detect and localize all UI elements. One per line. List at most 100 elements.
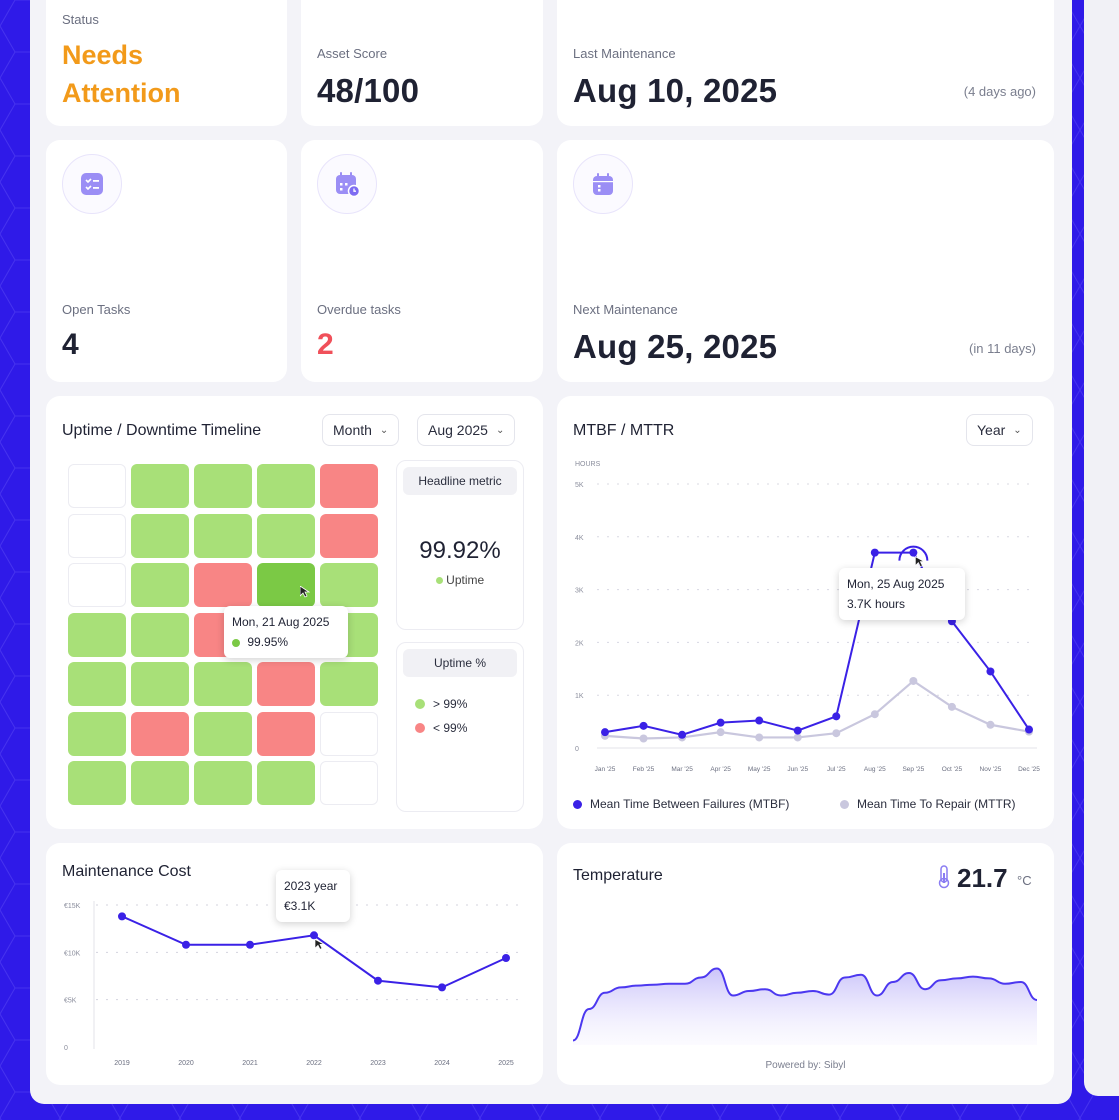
asset-score-card: Asset Score 48/100: [301, 0, 543, 126]
overdue-tasks-label: Overdue tasks: [317, 302, 401, 317]
status-value-line1: Needs: [62, 40, 144, 70]
legend-item-above: > 99%: [415, 697, 467, 711]
day-cell[interactable]: [194, 464, 252, 508]
side-panel: [1084, 0, 1119, 1096]
day-cell[interactable]: [194, 761, 252, 805]
day-cell[interactable]: [320, 563, 378, 607]
data-point: [986, 720, 995, 729]
x-tick-label: Apr '25: [710, 766, 731, 773]
y-axis-label: HOURS: [575, 461, 601, 468]
y-tick-label: €15K: [64, 903, 81, 910]
day-cell[interactable]: [131, 761, 189, 805]
uptime-title: Uptime / Downtime Timeline: [62, 422, 262, 439]
data-point: [678, 730, 687, 739]
day-cell[interactable]: [320, 464, 378, 508]
x-tick-label: 2019: [114, 1060, 130, 1067]
temperature-unit: °C: [1017, 873, 1032, 888]
mttr-legend-dot: [840, 799, 849, 809]
open-tasks-label: Open Tasks: [62, 302, 131, 317]
day-cell[interactable]: [68, 464, 126, 508]
day-cell[interactable]: [68, 711, 126, 756]
temperature-value: 21.7: [957, 863, 1008, 893]
mtbf-legend-label: Mean Time Between Failures (MTBF): [590, 797, 790, 811]
day-cell[interactable]: [194, 513, 252, 558]
status-card: Status Needs Attention: [46, 0, 287, 126]
day-cell[interactable]: [131, 513, 189, 558]
day-cell[interactable]: [131, 563, 189, 607]
x-tick-label: Mar '25: [671, 766, 693, 773]
data-point: [118, 912, 126, 921]
series-line: [121, 915, 507, 989]
day-cell[interactable]: [320, 513, 378, 558]
data-point: [502, 954, 510, 963]
day-cell[interactable]: [131, 464, 189, 508]
day-cell[interactable]: [68, 563, 126, 607]
next-maintenance-relative: (in 11 days): [969, 341, 1036, 356]
month-select[interactable]: Aug 2025 ⌄: [417, 414, 516, 446]
cost-tooltip-value: €3.1K: [284, 899, 316, 913]
x-tick-label: Oct '25: [942, 766, 963, 773]
chevron-down-icon: ⌄: [1013, 424, 1022, 436]
data-point: [832, 729, 841, 738]
year-select[interactable]: Year ⌄: [966, 414, 1033, 446]
day-cell[interactable]: [257, 662, 315, 706]
calendar-icon: [573, 154, 633, 214]
day-cell[interactable]: [257, 563, 315, 607]
next-maintenance-date: Aug 25, 2025: [573, 328, 778, 365]
day-cell[interactable]: [68, 513, 126, 558]
day-cell[interactable]: [257, 711, 315, 756]
headline-metric-value: 99.92%: [419, 537, 501, 564]
day-cell[interactable]: [194, 711, 252, 756]
uptime-tooltip-date: Mon, 21 Aug 2025: [232, 615, 330, 629]
legend-dot-red: [415, 723, 425, 733]
x-tick-label: 2023: [370, 1060, 386, 1067]
chevron-down-icon: ⌄: [495, 424, 505, 436]
data-point: [793, 726, 802, 735]
calendar-clock-icon: [317, 154, 377, 214]
y-tick-label: 5K: [575, 482, 584, 489]
day-cell[interactable]: [68, 612, 126, 657]
day-cell[interactable]: [194, 563, 252, 607]
data-point: [909, 676, 918, 685]
data-point: [374, 976, 382, 985]
period-select[interactable]: Month ⌄: [322, 414, 400, 446]
legend-label-below: < 99%: [433, 721, 468, 735]
legend-label-above: > 99%: [433, 697, 468, 711]
mtbf-chart: HOURS 0 1K 2K 3K 4K 5K Jan '25 Feb '25 Mar '25 Apr…: [575, 461, 1040, 773]
y-tick-label: 2K: [575, 640, 584, 647]
day-cell[interactable]: [131, 612, 189, 657]
last-maintenance-label: Last Maintenance: [573, 46, 676, 61]
temperature-card: Temperature 21.7 °C Powered by: Sibyl: [557, 843, 1054, 1085]
day-cell[interactable]: [320, 761, 378, 805]
x-tick-label: Jun '25: [787, 766, 808, 773]
x-tick-label: 2020: [178, 1060, 194, 1067]
data-point: [793, 733, 802, 742]
day-cell[interactable]: [68, 761, 126, 805]
next-maintenance-card: Next Maintenance Aug 25, 2025 (in 11 day…: [557, 140, 1054, 382]
data-point: [947, 702, 956, 711]
chevron-down-icon: ⌄: [379, 424, 389, 436]
x-tick-label: Aug '25: [864, 766, 886, 773]
mttr-legend-label: Mean Time To Repair (MTTR): [857, 797, 1016, 811]
day-cell[interactable]: [257, 464, 315, 508]
y-tick-label: 0: [64, 1045, 68, 1052]
next-maintenance-label: Next Maintenance: [573, 302, 678, 317]
day-cell[interactable]: [194, 662, 252, 706]
cursor-icon: [300, 586, 310, 598]
day-cell[interactable]: [131, 662, 189, 706]
x-tick-label: Dec '25: [1018, 766, 1040, 773]
day-cell[interactable]: [257, 761, 315, 805]
data-point: [310, 931, 318, 940]
data-point: [438, 983, 446, 992]
mtbf-tooltip: Mon, 25 Aug 2025 3.7K hours: [839, 568, 965, 620]
day-cell[interactable]: [320, 711, 378, 756]
open-tasks-value: 4: [62, 328, 79, 361]
headline-metric-caption: Uptime: [446, 573, 485, 587]
data-point: [716, 718, 725, 727]
mttr-legend-item: Mean Time To Repair (MTTR): [840, 797, 1015, 811]
day-cell[interactable]: [68, 662, 126, 706]
data-point: [755, 733, 764, 742]
day-cell[interactable]: [320, 662, 378, 706]
day-cell[interactable]: [257, 513, 315, 558]
day-cell[interactable]: [131, 711, 189, 756]
